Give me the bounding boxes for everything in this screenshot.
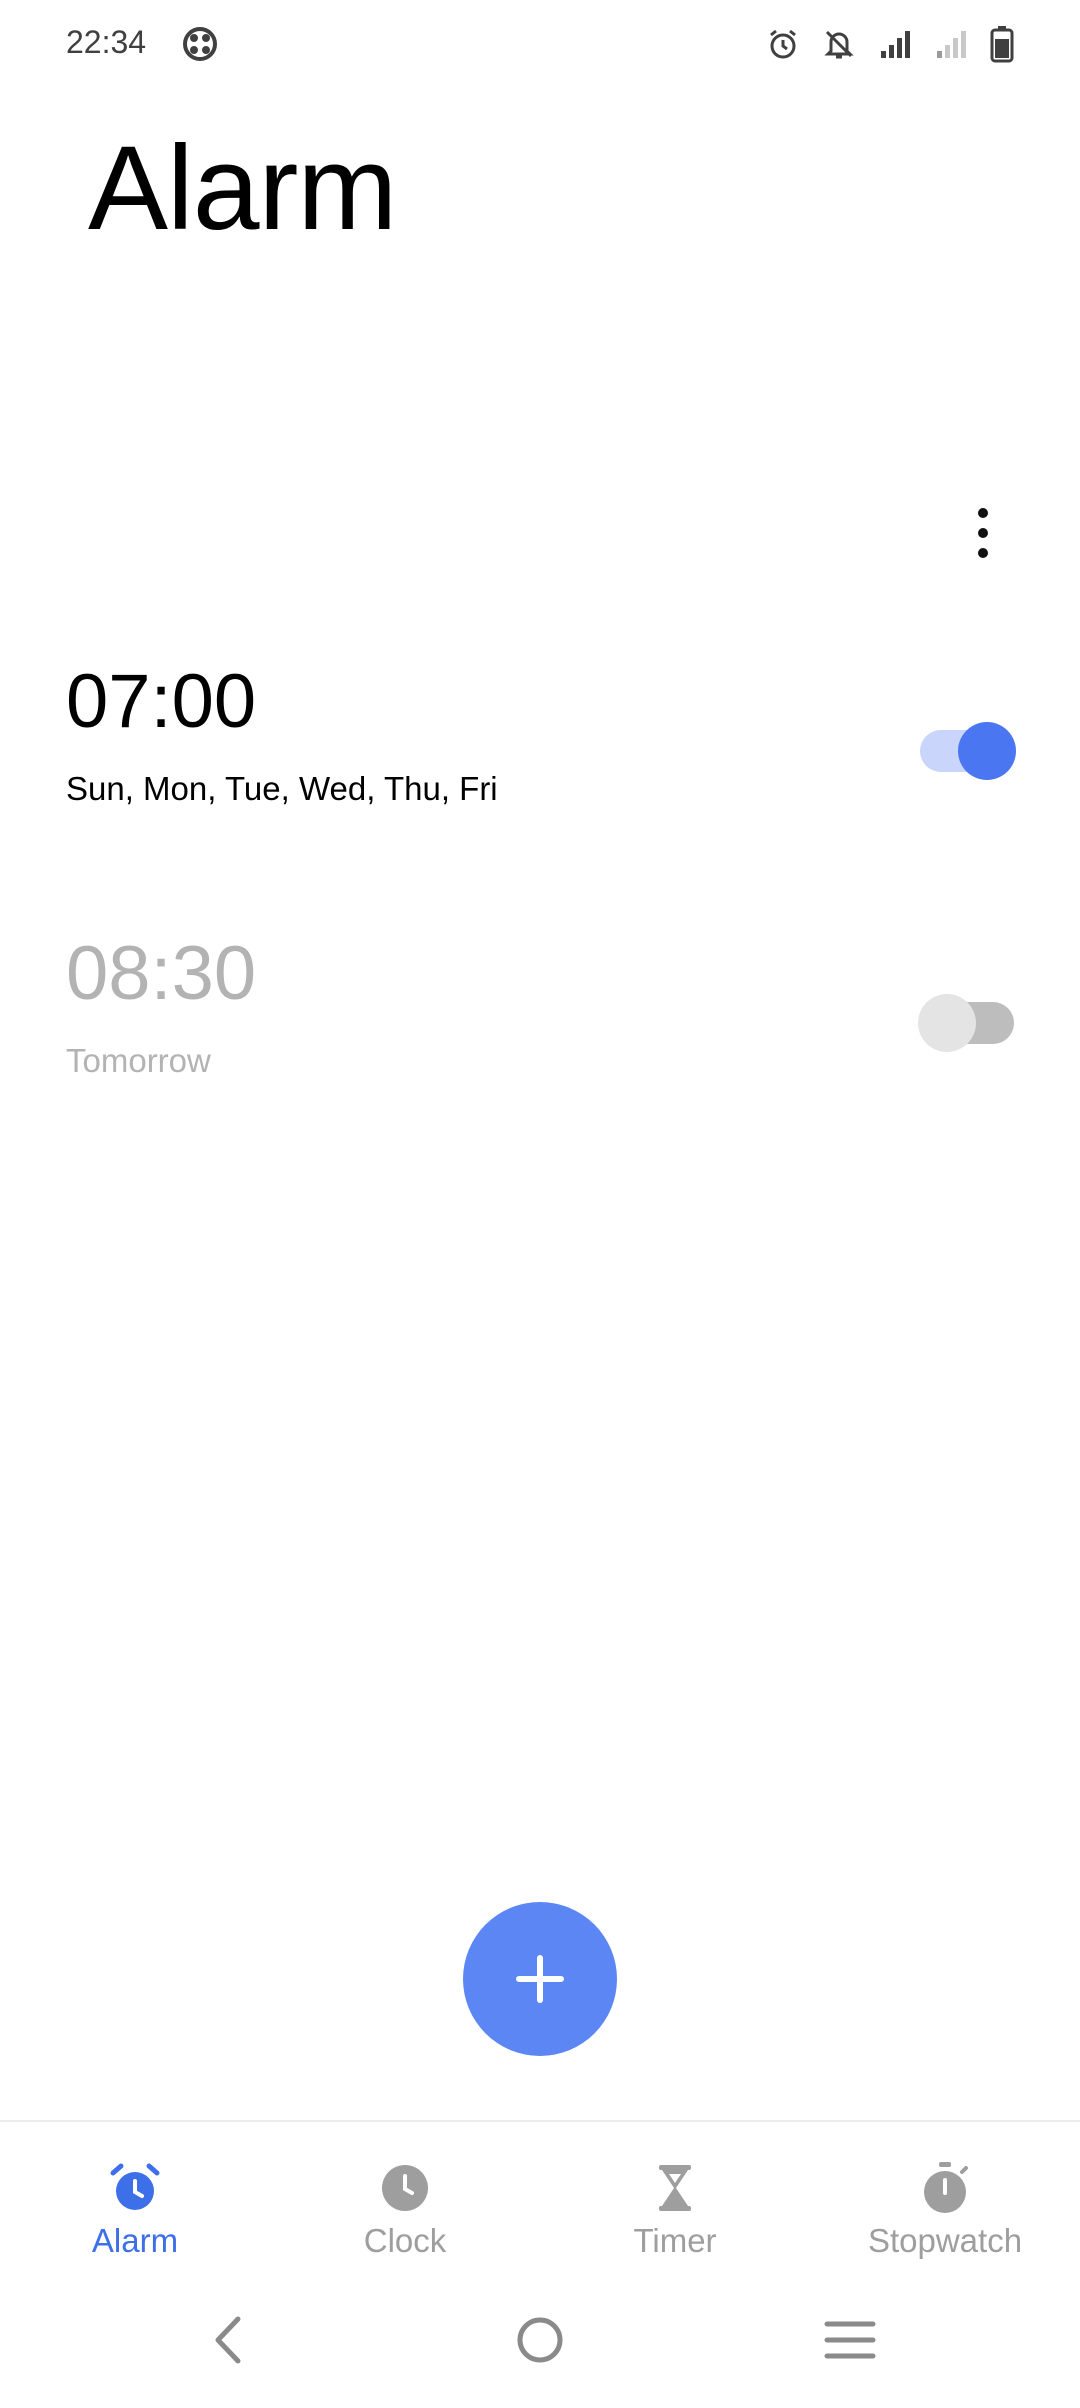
signal-weak-icon bbox=[934, 27, 968, 61]
tab-label: Clock bbox=[363, 2222, 447, 2259]
app-notification-icon bbox=[182, 26, 218, 62]
status-time: 22:34 bbox=[66, 24, 147, 60]
tab-label: Stopwatch bbox=[867, 2222, 1023, 2259]
add-alarm-button[interactable] bbox=[463, 1902, 617, 2056]
tab-clock[interactable]: Clock bbox=[270, 2122, 540, 2282]
page-title: Alarm bbox=[88, 121, 397, 255]
alarm-time: 07:00 bbox=[66, 659, 257, 744]
battery-icon bbox=[990, 25, 1014, 63]
clock-icon bbox=[377, 2160, 433, 2216]
alarm-toggle[interactable] bbox=[920, 722, 1016, 780]
toggle-knob bbox=[958, 722, 1016, 780]
system-nav-bar bbox=[0, 2290, 1080, 2408]
back-icon bbox=[215, 2316, 241, 2364]
more-options-dot bbox=[978, 548, 988, 558]
alarm-item[interactable]: 07:00 Sun, Mon, Tue, Wed, Thu, Fri bbox=[0, 640, 1080, 870]
recents-button[interactable] bbox=[810, 2310, 890, 2370]
alarm-repeat-days: Sun, Mon, Tue, Wed, Thu, Fri bbox=[66, 770, 498, 807]
status-bar: 22:34 bbox=[0, 0, 1080, 90]
tab-label: Alarm bbox=[91, 2222, 179, 2259]
more-options-icon bbox=[978, 508, 988, 518]
stopwatch-icon bbox=[917, 2160, 973, 2216]
toggle-knob bbox=[918, 994, 976, 1052]
alarm-icon bbox=[766, 27, 800, 61]
home-icon bbox=[517, 2317, 563, 2363]
plus-icon bbox=[516, 1955, 564, 2003]
signal-icon bbox=[878, 27, 912, 61]
back-button[interactable] bbox=[188, 2310, 268, 2370]
menu-icon bbox=[824, 2321, 876, 2359]
bell-off-icon bbox=[822, 27, 856, 61]
more-options-button[interactable] bbox=[958, 500, 1008, 566]
home-button[interactable] bbox=[500, 2310, 580, 2370]
alarm-toggle[interactable] bbox=[918, 994, 1014, 1052]
bottom-nav: Alarm Clock Timer Stopwatch bbox=[0, 2122, 1080, 2282]
tab-alarm[interactable]: Alarm bbox=[0, 2122, 270, 2282]
alarm-clock-icon bbox=[107, 2160, 163, 2216]
more-options-dot bbox=[978, 528, 988, 538]
alarm-repeat-days: Tomorrow bbox=[66, 1042, 211, 1079]
tab-stopwatch[interactable]: Stopwatch bbox=[810, 2122, 1080, 2282]
alarm-item[interactable]: 08:30 Tomorrow bbox=[0, 912, 1080, 1142]
tab-timer[interactable]: Timer bbox=[540, 2122, 810, 2282]
tab-label: Timer bbox=[633, 2222, 717, 2259]
hourglass-icon bbox=[647, 2160, 703, 2216]
alarm-time: 08:30 bbox=[66, 931, 257, 1016]
